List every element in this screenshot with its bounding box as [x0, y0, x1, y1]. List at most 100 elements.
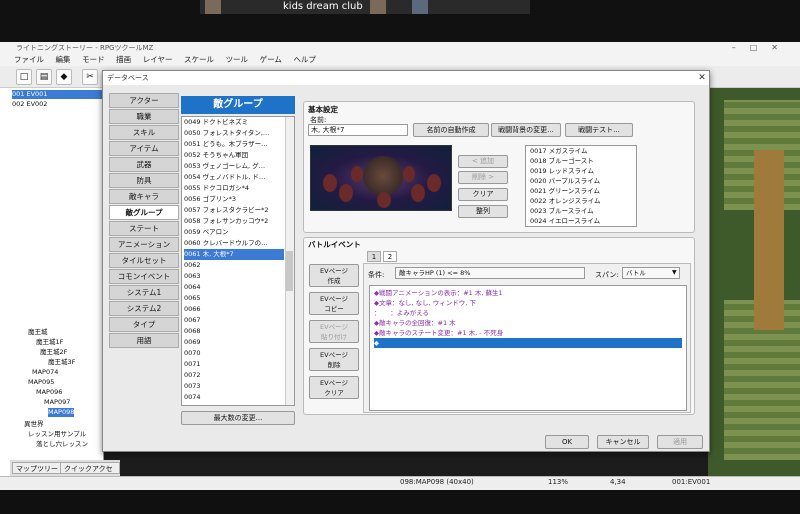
enemy-list-item[interactable]: 0018 ブルーゴースト [530, 156, 630, 166]
map-tree-item[interactable]: 異世界 [24, 420, 44, 429]
map-tree-item-selected[interactable]: MAP098 [48, 408, 75, 417]
list-item[interactable]: 0065 [184, 293, 284, 304]
list-item[interactable]: 0070 [184, 348, 284, 359]
page-tab-selected[interactable]: 2 [383, 251, 397, 262]
category-tab[interactable]: 用語 [109, 333, 179, 348]
close-icon[interactable]: ✕ [695, 71, 709, 85]
ev-page-create-button[interactable]: EVページ 作成 [309, 264, 359, 287]
category-tab-selected[interactable]: 敵グループ [109, 205, 179, 220]
enemy-list-item[interactable]: 0024 イエロースライム [530, 216, 630, 226]
category-tab[interactable]: ステート [109, 221, 179, 236]
event-row[interactable]: 002 EV002 [12, 100, 47, 109]
ev-page-paste-button[interactable]: EVページ 貼り付け [309, 320, 359, 343]
condition-field[interactable]: 敵キャラHP (1) <= 8% [395, 267, 585, 279]
enemy-list-item[interactable]: 0019 レッドスライム [530, 166, 630, 176]
list-item[interactable]: 0056 ゴブリン*3 [184, 194, 284, 205]
list-item[interactable]: 0068 [184, 326, 284, 337]
list-item[interactable]: 0051 どうも。木ブラザー… [184, 139, 284, 150]
list-item[interactable]: 0066 [184, 304, 284, 315]
list-item[interactable]: 0063 [184, 271, 284, 282]
save-icon[interactable]: ◆ [56, 69, 72, 85]
tab-quick-access[interactable]: クイックアクセス [60, 462, 120, 485]
list-item[interactable]: 0075 [184, 403, 284, 405]
page-tab[interactable]: 1 [367, 251, 381, 262]
enemy-list-item[interactable]: 0023 ブルースライム [530, 206, 630, 216]
command-row-selected[interactable]: ◆ [374, 338, 682, 348]
menu-help[interactable]: ヘルプ [293, 54, 316, 66]
map-tree-item[interactable]: 落とし穴レッスン [36, 440, 88, 449]
list-item[interactable]: 0057 フォレスタクラビー*2 [184, 205, 284, 216]
menu-scale[interactable]: スケール [184, 54, 214, 66]
category-tab[interactable]: タイプ [109, 317, 179, 332]
auto-name-button[interactable]: 名前の自動作成 [413, 123, 489, 137]
map-tree-item[interactable]: MAP097 [44, 398, 70, 407]
change-max-button[interactable]: 最大数の変更... [181, 411, 295, 425]
ev-page-copy-button[interactable]: EVページ コピー [309, 292, 359, 315]
list-item[interactable]: 0052 そうちゃん軍団 [184, 150, 284, 161]
clear-button[interactable]: クリア [458, 188, 508, 201]
map-tree-item[interactable]: MAP074 [32, 368, 58, 377]
remove-enemy-button[interactable]: 削除 > [458, 171, 508, 184]
map-tree-item[interactable]: MAP095 [28, 378, 54, 387]
category-tab[interactable]: 武器 [109, 157, 179, 172]
category-tab[interactable]: 防具 [109, 173, 179, 188]
chevron-down-icon[interactable]: ▼ [672, 269, 677, 276]
list-item[interactable]: 0069 [184, 337, 284, 348]
command-row[interactable]: ◆文章：なし, なし, ウィンドウ, 下 [374, 298, 682, 308]
enemy-list-item[interactable]: 0022 オレンジスライム [530, 196, 630, 206]
apply-button[interactable]: 適用 [657, 435, 703, 449]
list-item[interactable]: 0050 フォレストタイタン,… [184, 128, 284, 139]
list-item[interactable]: 0053 ヴェノゴーレム, グ… [184, 161, 284, 172]
event-row[interactable]: 001 EV001 [12, 90, 102, 99]
ev-page-clear-button[interactable]: EVページ クリア [309, 376, 359, 399]
category-tab[interactable]: アニメーション [109, 237, 179, 252]
enemy-list-item[interactable]: 0020 パープルスライム [530, 176, 630, 186]
category-tab[interactable]: 敵キャラ [109, 189, 179, 204]
menu-draw[interactable]: 描画 [116, 54, 131, 66]
category-tab[interactable]: 職業 [109, 109, 179, 124]
list-item-selected[interactable]: 0061 木, 大根*7 [184, 249, 284, 260]
list-item[interactable]: 0067 [184, 315, 284, 326]
enemy-list-item[interactable]: 0021 グリーンスライム [530, 186, 630, 196]
category-tab[interactable]: システム2 [109, 301, 179, 316]
add-enemy-button[interactable]: < 追加 [458, 155, 508, 168]
menu-mode[interactable]: モード [82, 54, 105, 66]
menu-edit[interactable]: 編集 [56, 54, 71, 66]
command-row[interactable]: ◆戦闘アニメーションの表示：#1 木, 蘇生1 [374, 288, 682, 298]
map-tree-item[interactable]: 魔王城1F [36, 338, 63, 347]
command-row[interactable]: ◆敵キャラの全回復：#1 木 [374, 318, 682, 328]
ok-button[interactable]: OK [545, 435, 589, 449]
list-item[interactable]: 0060 クレバードウルフの… [184, 238, 284, 249]
ev-page-delete-button[interactable]: EVページ 削除 [309, 348, 359, 371]
menu-file[interactable]: ファイル [14, 54, 44, 66]
open-folder-icon[interactable]: ▤ [36, 69, 52, 85]
category-tab[interactable]: コモンイベント [109, 269, 179, 284]
map-tree-item[interactable]: 魔王城3F [48, 358, 75, 367]
category-tab[interactable]: アイテム [109, 141, 179, 156]
list-item[interactable]: 0055 ドクコロガシ*4 [184, 183, 284, 194]
battleback-button[interactable]: 戦闘背景の変更... [491, 123, 561, 137]
category-tab[interactable]: アクター [109, 93, 179, 108]
list-item[interactable]: 0058 フォレサンカッコウ*2 [184, 216, 284, 227]
window-controls[interactable]: –□✕ [732, 42, 792, 54]
map-tree-item[interactable]: MAP096 [36, 388, 62, 397]
list-item[interactable]: 0073 [184, 381, 284, 392]
category-tab[interactable]: タイルセット [109, 253, 179, 268]
align-button[interactable]: 整列 [458, 205, 508, 218]
battle-test-button[interactable]: 戦闘テスト... [565, 123, 633, 137]
list-item[interactable]: 0059 ベアロン [184, 227, 284, 238]
new-project-icon[interactable]: □ [16, 69, 32, 85]
list-scroll-thumb[interactable] [286, 251, 293, 291]
troop-preview[interactable] [310, 145, 452, 211]
menu-tool[interactable]: ツール [226, 54, 249, 66]
cancel-button[interactable]: キャンセル [597, 435, 649, 449]
menu-layer[interactable]: レイヤー [143, 54, 173, 66]
map-tree-item[interactable]: 魔王城 [28, 328, 48, 337]
category-tab[interactable]: システム1 [109, 285, 179, 300]
tab-map-tree[interactable]: マップツリー [12, 462, 62, 474]
list-item[interactable]: 0072 [184, 370, 284, 381]
list-item[interactable]: 0074 [184, 392, 284, 403]
list-item[interactable]: 0071 [184, 359, 284, 370]
category-tab[interactable]: スキル [109, 125, 179, 140]
map-tree-item[interactable]: 魔王城2F [40, 348, 67, 357]
